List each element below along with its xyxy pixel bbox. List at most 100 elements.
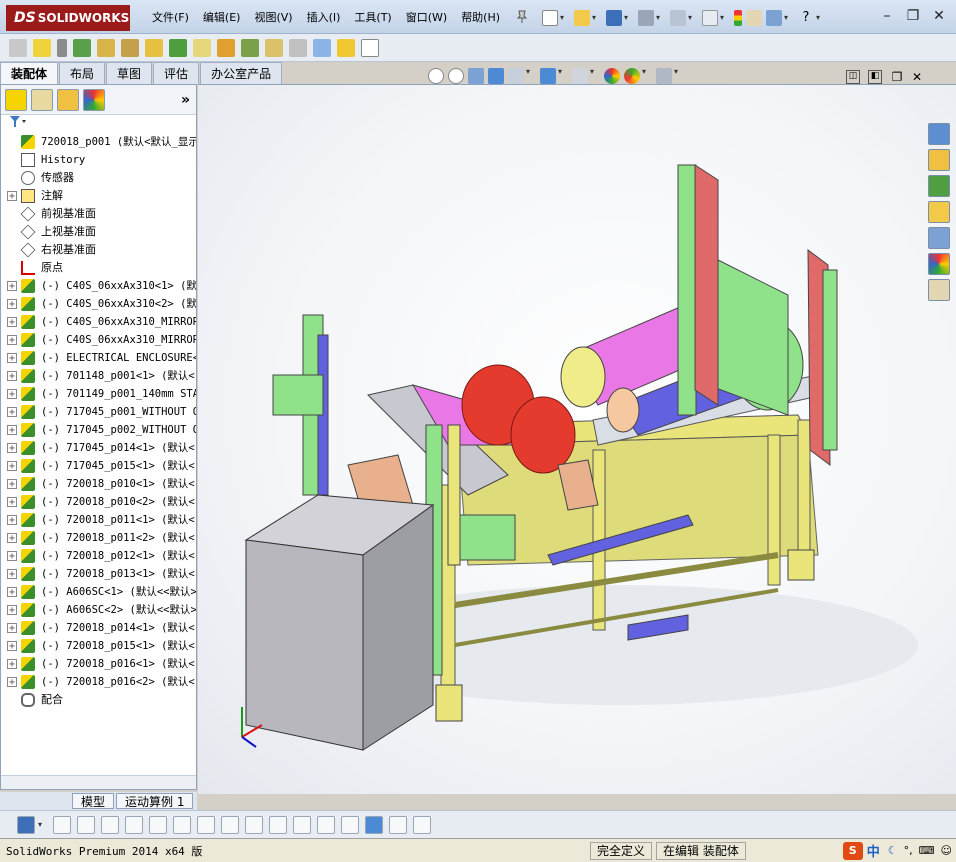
expand-plus-icon[interactable]: + [7, 317, 17, 328]
shaded-cube-icon[interactable] [365, 815, 383, 834]
chevron-down-icon[interactable]: ▾ [558, 68, 566, 76]
options-icon[interactable] [766, 10, 782, 26]
property-manager-icon[interactable] [31, 88, 53, 111]
graphics-viewport[interactable] [198, 84, 956, 794]
bill-of-materials-icon[interactable] [241, 38, 259, 57]
tree-item[interactable]: + (-) 720018_p014<1> (默认< [1, 619, 196, 637]
zoom-to-fit-icon[interactable] [428, 68, 444, 84]
save-icon[interactable] [17, 815, 35, 834]
sogou-s-icon[interactable]: S [842, 841, 863, 860]
tree-item[interactable]: + (-) 720018_p015<1> (默认< [1, 637, 196, 655]
smart-fasteners-icon[interactable] [97, 38, 115, 57]
minimize-icon[interactable]: – [876, 8, 898, 26]
custom-properties-icon[interactable] [928, 279, 950, 301]
new-motion-study-icon[interactable] [217, 38, 235, 57]
offset-icon[interactable] [149, 815, 167, 834]
tree-item[interactable]: + (-) 720018_p010<2> (默认< [1, 493, 196, 511]
restore-icon[interactable]: ❐ [890, 70, 904, 84]
chevron-down-icon[interactable]: ▾ [526, 68, 534, 76]
exploded-view-icon[interactable] [265, 38, 283, 57]
undo-icon[interactable] [670, 10, 686, 26]
solidworks-logo[interactable]: DS SOLIDWORKS [6, 5, 130, 31]
tree-item[interactable]: + (-) 717045_p002_WITHOUT OI [1, 421, 196, 439]
keyboard-icon[interactable]: ⌨ [919, 844, 935, 857]
tree-item[interactable]: + (-) 720018_p012<1> (默认< [1, 547, 196, 565]
mate-icon[interactable] [57, 38, 67, 57]
expand-plus-icon[interactable]: + [7, 659, 17, 670]
menu-edit[interactable]: 编辑(E) [203, 9, 241, 27]
tree-item[interactable]: + (-) 720018_p010<1> (默认< [1, 475, 196, 493]
home-icon[interactable] [928, 149, 950, 171]
linear-pattern-icon[interactable] [73, 38, 91, 57]
view-orientation-icon[interactable] [508, 68, 524, 84]
chevron-right-icon[interactable]: » [181, 92, 190, 108]
tree-item[interactable]: + (-) 720018_p011<2> (默认< [1, 529, 196, 547]
tree-item[interactable]: 传感器 [1, 169, 196, 187]
menu-insert[interactable]: 插入(I) [307, 9, 341, 27]
tree-item[interactable]: + (-) C40S_06xxAx310<1> (默认 [1, 277, 196, 295]
chevron-down-icon[interactable]: ▾ [784, 14, 792, 22]
split-vertical-icon[interactable]: ◧ [868, 70, 882, 84]
dimension-icon[interactable] [269, 815, 287, 834]
configuration-manager-icon[interactable] [57, 88, 79, 111]
tree-item[interactable]: + (-) A606SC<2> (默认<<默认> [1, 601, 196, 619]
zoom-to-area-icon[interactable] [448, 68, 464, 84]
ime-mode-label[interactable]: 中 [867, 841, 880, 860]
tab-model[interactable]: 模型 [72, 793, 115, 809]
tree-item[interactable]: History [1, 151, 196, 169]
file-explorer-icon[interactable] [928, 201, 950, 223]
triangle-icon[interactable] [317, 815, 335, 834]
fillet-icon[interactable] [197, 815, 215, 834]
chevron-down-icon[interactable]: ▾ [560, 14, 568, 22]
punctuation-icon[interactable]: °, [904, 844, 913, 857]
chevron-down-icon[interactable]: ▾ [590, 68, 598, 76]
display-manager-icon[interactable] [83, 88, 105, 111]
menu-tools[interactable]: 工具(T) [354, 9, 391, 27]
chevron-down-icon[interactable]: ▾ [642, 68, 650, 76]
rebuild-traffic-light-icon[interactable] [734, 10, 742, 26]
tree-item[interactable]: + (-) 717045_p001_WITHOUT OI [1, 403, 196, 421]
tree-item[interactable]: + (-) C40S_06xxAx310_MIRROR< [1, 331, 196, 349]
expand-plus-icon[interactable]: + [7, 551, 17, 562]
file-properties-icon[interactable] [746, 10, 762, 26]
view-settings-icon[interactable] [656, 68, 672, 84]
expand-plus-icon[interactable]: + [7, 443, 17, 454]
circle-icon[interactable] [77, 815, 95, 834]
expand-plus-icon[interactable]: + [7, 281, 17, 292]
chevron-down-icon[interactable]: ▾ [38, 820, 46, 829]
close-icon[interactable]: ✕ [928, 8, 950, 26]
section-view-icon[interactable] [488, 68, 504, 84]
menu-help[interactable]: 帮助(H) [461, 9, 500, 27]
tree-item[interactable]: + (-) 701148_p001<1> (默认< [1, 367, 196, 385]
explode-line-sketch-icon[interactable] [289, 38, 307, 57]
tree-item[interactable]: + (-) ELECTRICAL ENCLOSURE< [1, 349, 196, 367]
moon-icon[interactable]: ☾ [888, 844, 898, 857]
tab-sketch[interactable]: 草图 [106, 62, 153, 84]
apply-scene-icon[interactable] [624, 68, 640, 84]
tree-item[interactable]: + (-) C40S_06xxAx310_MIRROR< [1, 313, 196, 331]
previous-view-icon[interactable] [468, 68, 484, 84]
chevron-down-icon[interactable]: ▾ [720, 14, 728, 22]
pin-menu-icon[interactable] [516, 10, 528, 24]
expand-plus-icon[interactable]: + [7, 371, 17, 382]
tree-item[interactable]: + (-) 701149_p001_140mm STAC [1, 385, 196, 403]
user-icon[interactable]: ☺ [941, 844, 952, 857]
open-folder-icon[interactable] [574, 10, 590, 26]
insert-component-icon[interactable] [33, 38, 51, 57]
expand-plus-icon[interactable]: + [7, 335, 17, 346]
assembly-features-icon[interactable] [169, 38, 187, 57]
assembly-model[interactable] [198, 85, 956, 794]
expand-plus-icon[interactable]: + [7, 191, 17, 202]
corner-rectangle-icon[interactable] [245, 815, 263, 834]
expand-plus-icon[interactable]: + [7, 533, 17, 544]
mirror-icon[interactable] [173, 815, 191, 834]
chevron-down-icon[interactable]: ▾ [688, 14, 696, 22]
select-arrow-icon[interactable] [702, 10, 718, 26]
instant3d-icon[interactable] [361, 38, 379, 57]
close-icon[interactable]: ✕ [910, 70, 924, 84]
expand-plus-icon[interactable]: + [7, 353, 17, 364]
chevron-down-icon[interactable]: ▾ [592, 14, 600, 22]
expand-plus-icon[interactable]: + [7, 569, 17, 580]
trim-icon[interactable] [125, 815, 143, 834]
tab-evaluate[interactable]: 评估 [153, 62, 200, 84]
